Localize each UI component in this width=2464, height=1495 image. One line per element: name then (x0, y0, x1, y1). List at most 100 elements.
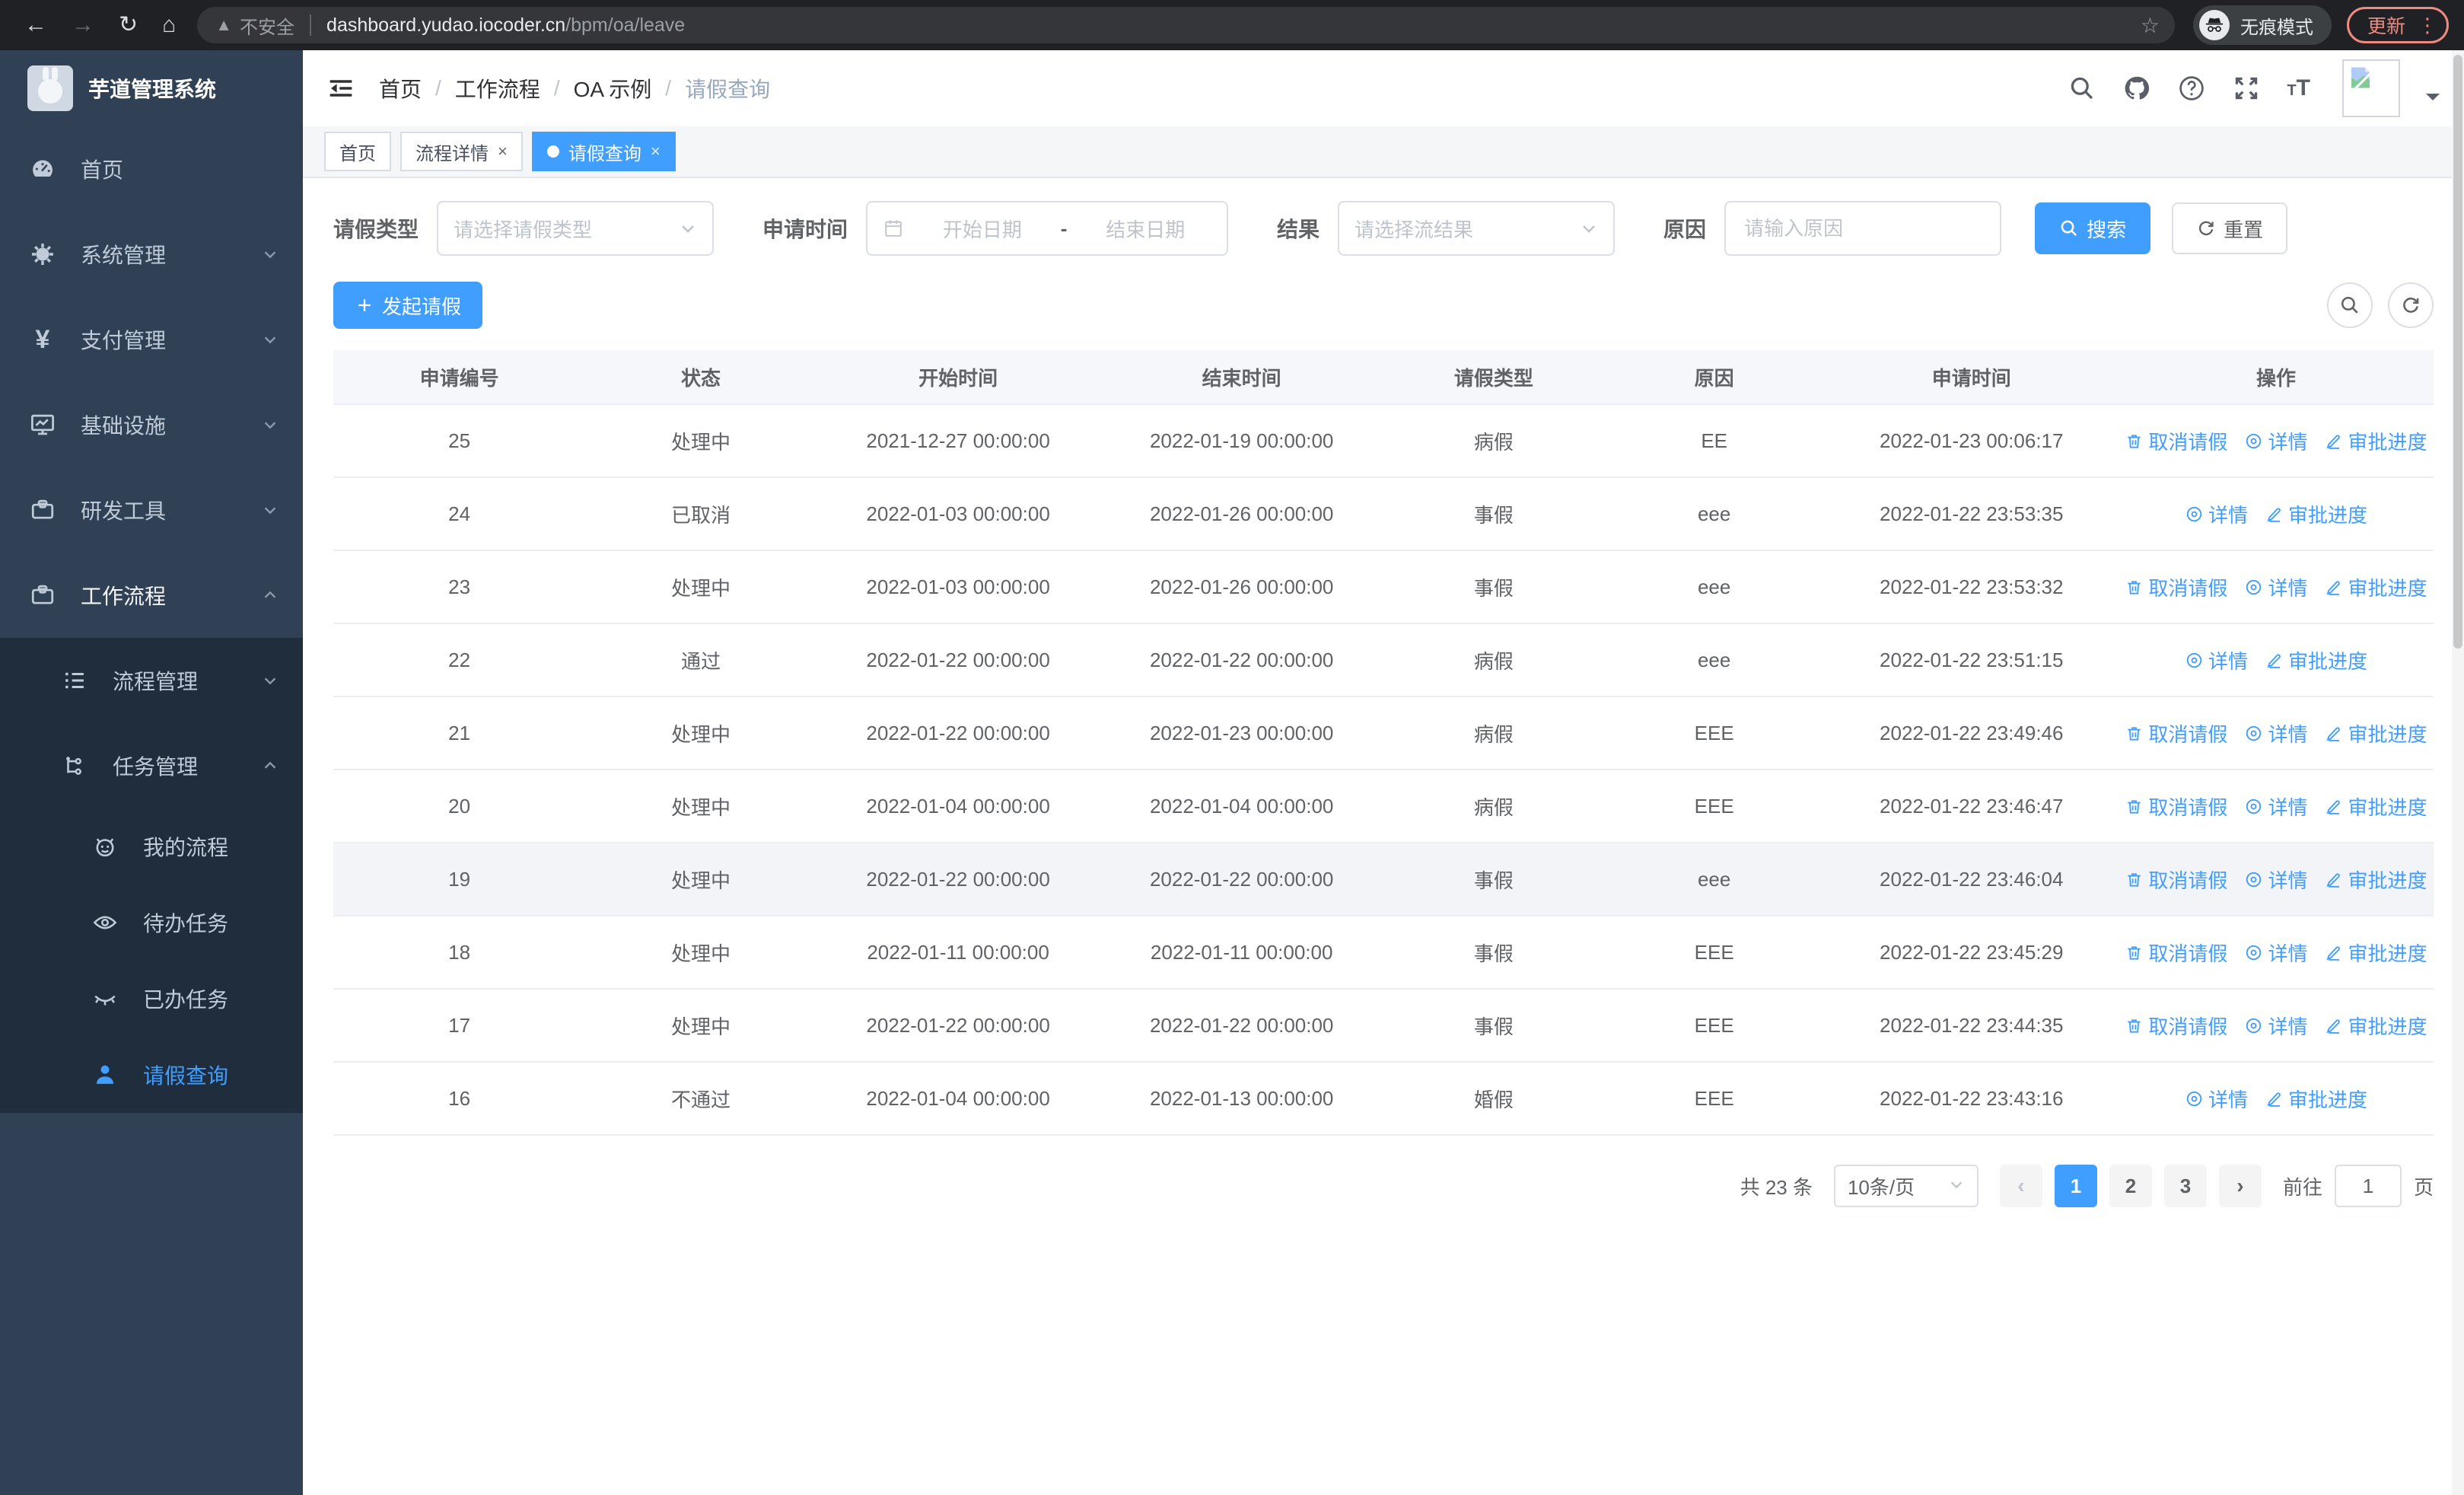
sidebar-item-leave-query[interactable]: 请假查询 (0, 1037, 303, 1113)
tab-流程详情[interactable]: 流程详情 × (400, 132, 523, 171)
cancel-leave-link[interactable]: 取消请假 (2125, 427, 2227, 455)
calendar-icon (883, 218, 904, 239)
sidebar-item-todo-tasks[interactable]: 待办任务 (0, 885, 303, 961)
cell-id: 24 (448, 502, 471, 525)
pen-icon (2265, 505, 2284, 524)
cancel-leave-link[interactable]: 取消请假 (2125, 865, 2227, 894)
detail-link[interactable]: 详情 (2244, 792, 2307, 821)
page-button-1[interactable]: 1 (2054, 1165, 2097, 1207)
search-icon (2061, 220, 2077, 237)
detail-link[interactable]: 详情 (2244, 573, 2307, 601)
sidebar-item-workflow[interactable]: 工作流程 (0, 553, 303, 638)
scrollbar-thumb[interactable] (2453, 55, 2462, 649)
cancel-leave-link[interactable]: 取消请假 (2125, 1012, 2227, 1040)
home-icon[interactable]: ⌂ (162, 14, 176, 37)
tab-请假查询[interactable]: 请假查询 × (531, 132, 676, 171)
close-icon[interactable]: × (651, 142, 661, 161)
apply-time-range-picker[interactable]: 开始日期 - 结束日期 (866, 201, 1229, 256)
approval-progress-link[interactable]: 审批进度 (2324, 719, 2427, 748)
help-icon[interactable] (2177, 74, 2206, 103)
avatar[interactable] (2342, 59, 2400, 117)
forward-icon[interactable]: → (72, 14, 94, 37)
show-search-toggle-button[interactable] (2327, 282, 2373, 328)
detail-link[interactable]: 详情 (2244, 1012, 2307, 1040)
result-select[interactable]: 请选择流结果 (1338, 201, 1616, 256)
search-icon[interactable] (2068, 74, 2096, 103)
cell-id: 19 (448, 867, 471, 891)
sidebar-item-done-tasks[interactable]: 已办任务 (0, 961, 303, 1037)
sidebar-collapse-icon[interactable] (327, 75, 355, 102)
create-leave-button[interactable]: 发起请假 (333, 282, 483, 329)
sidebar-item-payment-mgmt[interactable]: ¥ 支付管理 (0, 297, 303, 382)
approval-progress-link[interactable]: 审批进度 (2324, 792, 2427, 821)
detail-link[interactable]: 详情 (2185, 1085, 2248, 1113)
approval-progress-link[interactable]: 审批进度 (2265, 500, 2367, 528)
cancel-leave-link[interactable]: 取消请假 (2125, 719, 2227, 748)
sidebar-item-task-mgmt[interactable]: 任务管理 (0, 723, 303, 808)
sidebar-item-dev-tools[interactable]: 研发工具 (0, 467, 303, 553)
page-size-select[interactable]: 10条/页 (1833, 1165, 1979, 1207)
page-button-2[interactable]: 2 (2109, 1165, 2152, 1207)
table-row: 22 通过 2022-01-22 00:00:00 2022-01-22 00:00:… (333, 624, 2434, 697)
detail-link[interactable]: 详情 (2244, 427, 2307, 455)
approval-progress-link[interactable]: 审批进度 (2324, 939, 2427, 967)
page-scrollbar[interactable] (2452, 50, 2464, 1495)
approval-progress-link[interactable]: 审批进度 (2324, 573, 2427, 601)
detail-link[interactable]: 详情 (2185, 646, 2248, 674)
approval-progress-link[interactable]: 审批进度 (2265, 646, 2367, 674)
goto-page-input[interactable] (2334, 1165, 2402, 1207)
reason-input[interactable] (1744, 216, 1982, 241)
reset-button[interactable]: 重置 (2172, 202, 2288, 254)
face-icon (91, 833, 119, 860)
leave-type-select[interactable]: 请选择请假类型 (437, 201, 715, 256)
cancel-leave-link[interactable]: 取消请假 (2125, 939, 2227, 967)
incognito-label: 无痕模式 (2240, 17, 2313, 38)
sidebar-item-my-process[interactable]: 我的流程 (0, 808, 303, 885)
approval-progress-link[interactable]: 审批进度 (2324, 1012, 2427, 1040)
detail-link[interactable]: 详情 (2244, 719, 2307, 748)
prev-page-button[interactable]: ‹ (1999, 1165, 2042, 1207)
tab-首页[interactable]: 首页 (324, 132, 391, 171)
page-button-3[interactable]: 3 (2163, 1165, 2207, 1207)
cell-id: 22 (448, 648, 471, 671)
close-icon[interactable]: × (498, 142, 508, 161)
breadcrumb-item[interactable]: 首页 (379, 73, 422, 104)
font-size-icon[interactable]: TT (2287, 75, 2310, 101)
total-count-label: 共 23 条 (1740, 1175, 1813, 1199)
refresh-table-button[interactable] (2388, 282, 2434, 328)
avatar-dropdown-caret[interactable] (2426, 94, 2440, 107)
table-toolbar: 发起请假 (333, 282, 2434, 329)
reload-icon[interactable]: ↻ (119, 14, 138, 37)
github-icon[interactable] (2122, 74, 2151, 103)
approval-progress-link[interactable]: 审批进度 (2324, 865, 2427, 894)
search-button[interactable]: 搜索 (2035, 202, 2151, 254)
detail-link[interactable]: 详情 (2244, 865, 2307, 894)
leave-type-placeholder: 请选择请假类型 (454, 218, 593, 241)
sidebar-item-infrastructure[interactable]: 基础设施 (0, 382, 303, 467)
breadcrumb-item[interactable]: 工作流程 (455, 73, 540, 104)
sidebar-logo-row[interactable]: 芋道管理系统 (0, 50, 303, 126)
cancel-leave-link[interactable]: 取消请假 (2125, 573, 2227, 601)
leave-table: 申请编号 状态 开始时间 结束时间 请假类型 原因 申请时间 操作 25 处理中 2021-12-2… (333, 350, 2434, 1136)
sidebar-item-home[interactable]: 首页 (0, 126, 303, 212)
browser-update-button[interactable]: 更新 ⋮ (2346, 7, 2449, 43)
back-icon[interactable]: ← (24, 14, 47, 37)
url-bar[interactable]: ▲ 不安全 dashboard.yudao.iocoder.cn/bpm/oa/… (197, 7, 2175, 43)
browser-nav-buttons: ← → ↻ ⌂ (15, 14, 188, 37)
browser-menu-icon[interactable]: ⋮ (2418, 14, 2437, 37)
next-page-button[interactable]: › (2218, 1165, 2262, 1207)
detail-link[interactable]: 详情 (2185, 500, 2248, 528)
action-label: 详情 (2268, 576, 2308, 600)
approval-progress-link[interactable]: 审批进度 (2265, 1085, 2367, 1113)
bookmark-star-icon[interactable]: ☆ (2141, 13, 2160, 38)
cell-status: 处理中 (670, 722, 731, 746)
detail-link[interactable]: 详情 (2244, 939, 2307, 967)
sidebar-item-system-mgmt[interactable]: 系统管理 (0, 212, 303, 297)
breadcrumb-item[interactable]: OA 示例 (574, 73, 652, 104)
cell-reason: eee (1697, 648, 1731, 671)
approval-progress-link[interactable]: 审批进度 (2324, 427, 2427, 455)
sidebar-item-process-mgmt[interactable]: 流程管理 (0, 638, 303, 723)
action-label: 详情 (2268, 795, 2308, 819)
cancel-leave-link[interactable]: 取消请假 (2125, 792, 2227, 821)
fullscreen-icon[interactable] (2232, 74, 2261, 103)
